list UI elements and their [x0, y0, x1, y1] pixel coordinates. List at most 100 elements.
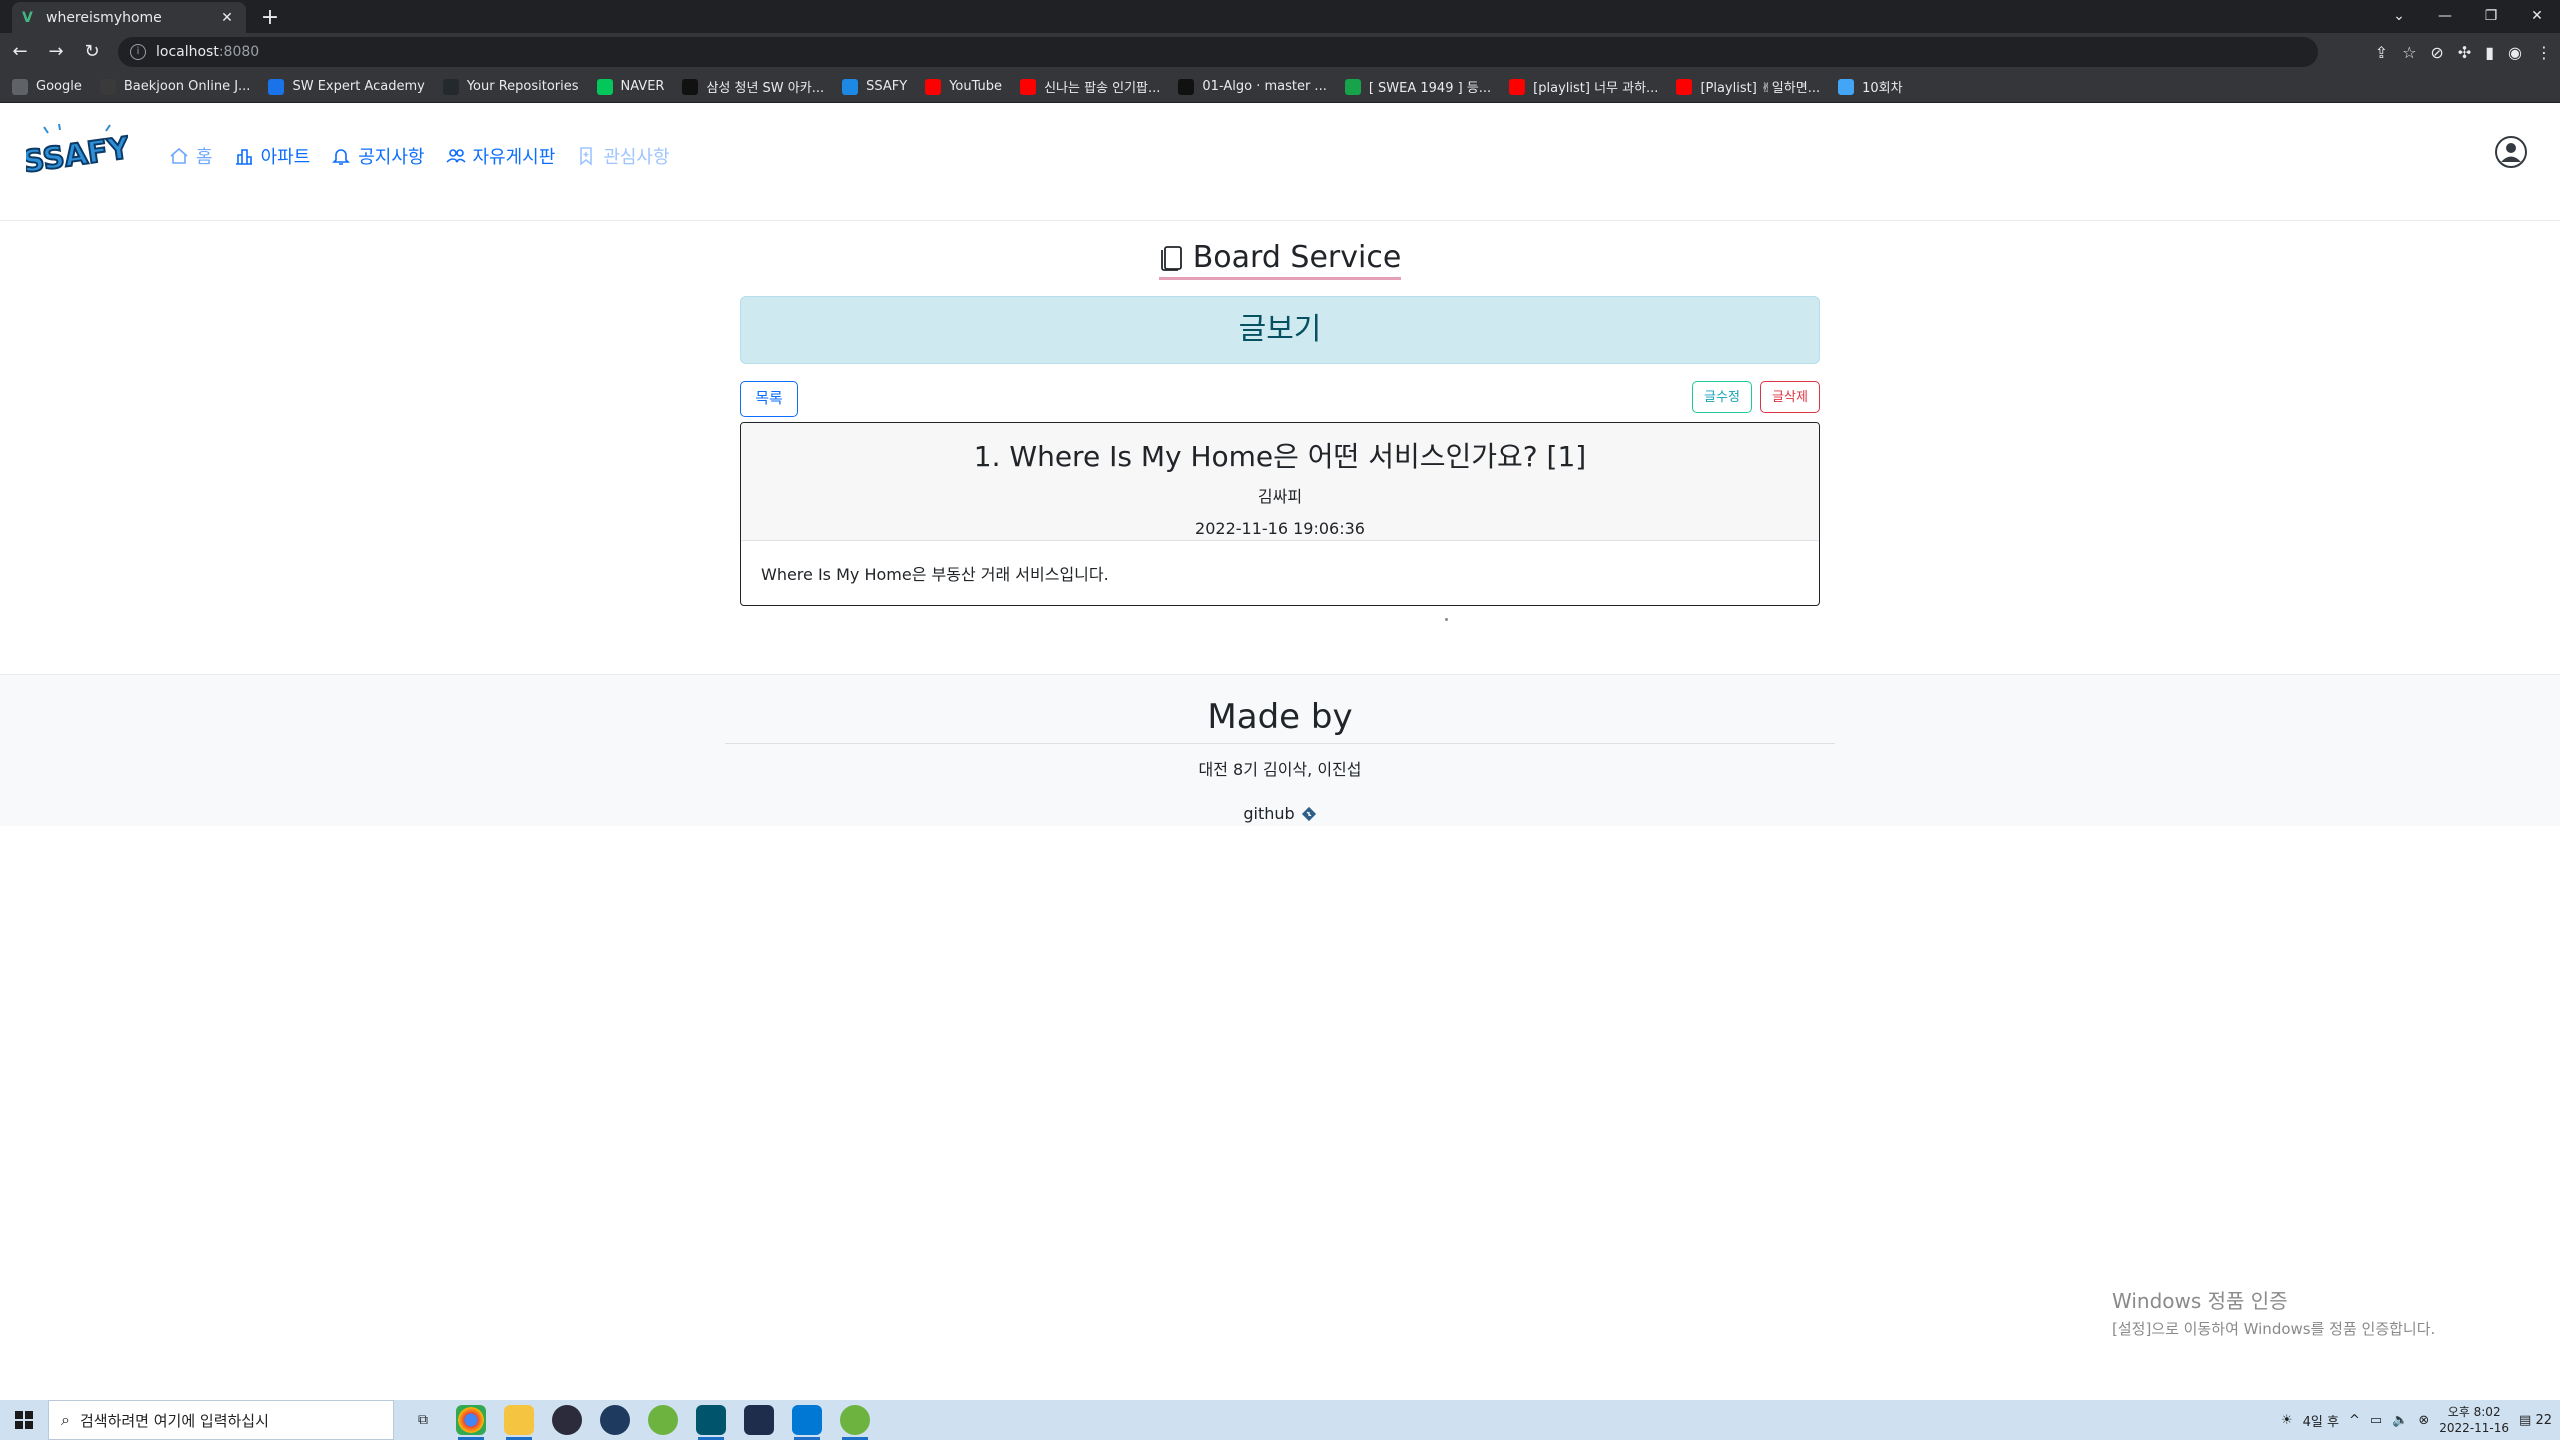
article-header: 1. Where Is My Home은 어떤 서비스인가요? [1] 김싸피 …	[741, 423, 1819, 541]
bookmark-item[interactable]: 삼성 청년 SW 아카...	[682, 77, 824, 96]
clock-date: 2022-11-16	[2439, 1421, 2510, 1435]
sidepanel-icon[interactable]: ▮	[2485, 43, 2494, 62]
nav-interest[interactable]: 관심사항	[575, 143, 670, 169]
nav-freeboard[interactable]: 자유게시판	[445, 143, 556, 169]
weather-icon[interactable]: ☀	[2281, 1413, 2293, 1428]
new-tab-button[interactable]: +	[258, 6, 282, 30]
nav-home[interactable]: 홈	[168, 143, 213, 169]
back-button[interactable]: ←	[4, 36, 36, 68]
bookmark-item[interactable]: Your Repositories	[442, 78, 579, 95]
weather-text[interactable]: 4일 후	[2303, 1411, 2339, 1430]
footer-members: 대전 8기 김이삭, 이진섭	[1198, 760, 1362, 779]
bookmark-item[interactable]: [playlist] 너무 과하...	[1509, 77, 1658, 96]
bookmark-item[interactable]: [ SWEA 1949 ] 등...	[1344, 77, 1491, 96]
article-author: 김싸피	[1257, 487, 1303, 506]
notification-icon[interactable]: ▤ 22	[2519, 1413, 2552, 1428]
nav-notice[interactable]: 공지사항	[330, 143, 425, 169]
profile-icon[interactable]: ◉	[2508, 43, 2522, 62]
forward-button[interactable]: →	[40, 36, 72, 68]
bookmark-favicon-icon	[596, 78, 613, 95]
volume-icon[interactable]: 🔈	[2392, 1413, 2408, 1428]
bookmark-item[interactable]: 10회차	[1838, 77, 1903, 96]
divider-dot	[1445, 618, 1448, 621]
bookmark-favicon-icon	[1020, 78, 1037, 95]
bookmark-label: 10회차	[1862, 81, 1903, 96]
bookmark-label: SSAFY	[866, 79, 908, 94]
user-avatar-icon[interactable]	[2494, 135, 2528, 169]
bookmark-item[interactable]: Baekjoon Online J...	[99, 78, 251, 95]
restore-button[interactable]: ❐	[2468, 0, 2514, 33]
article-content: Where Is My Home은 부동산 거래 서비스입니다.	[761, 565, 1109, 584]
bookmark-favicon-icon	[925, 78, 942, 95]
bookmark-label: Baekjoon Online J...	[123, 79, 251, 94]
ssafy-logo[interactable]: SSAFY	[26, 123, 128, 183]
menu-icon[interactable]: ⋮	[2536, 43, 2552, 62]
bookmark-item[interactable]: NAVER	[596, 78, 664, 95]
tab-search-icon[interactable]: ⌄	[2376, 0, 2422, 33]
edit-button[interactable]: 글수정	[1692, 381, 1752, 413]
minimize-button[interactable]: —	[2422, 0, 2468, 33]
list-button[interactable]: 목록	[740, 381, 798, 417]
star-icon[interactable]: ☆	[2402, 43, 2416, 62]
task-view-icon[interactable]: ⧉	[408, 1405, 438, 1435]
tab-close-icon[interactable]: ✕	[218, 9, 236, 27]
browser-tabstrip: V whereismyhome ✕ + ⌄ — ❐ ✕	[0, 0, 2560, 33]
vscode-icon[interactable]	[792, 1405, 822, 1440]
share-icon[interactable]: ⇪	[2375, 43, 2388, 62]
ime-icon[interactable]: ⊗	[2418, 1413, 2429, 1428]
bookmark-item[interactable]: 01-Algo · master ...	[1178, 78, 1327, 95]
bookmark-item[interactable]: [Playlist] ✌일하면...	[1676, 77, 1820, 96]
bookmark-favicon-icon	[682, 78, 699, 95]
extension-disabled-icon[interactable]: ⊘	[2430, 43, 2443, 62]
clock[interactable]: 오후 8:02 2022-11-16	[2439, 1404, 2509, 1436]
search-icon: ⌕	[61, 1410, 70, 1429]
browser-tab[interactable]: V whereismyhome ✕	[12, 2, 246, 33]
taskbar-search-placeholder: 검색하려면 여기에 입력하십시	[79, 1411, 269, 1430]
footer-divider	[725, 743, 1835, 744]
network-icon[interactable]: ▭	[2370, 1413, 2382, 1428]
url-port: :8080	[218, 44, 260, 60]
notification-count: 22	[2535, 1412, 2552, 1428]
site-info-icon[interactable]: i	[130, 44, 146, 60]
git-diamond-icon	[1301, 806, 1316, 821]
tab-title: whereismyhome	[46, 9, 162, 26]
svg-text:SSAFY: SSAFY	[26, 131, 128, 181]
tray-expand-icon[interactable]: ^	[2349, 1413, 2360, 1428]
reload-button[interactable]: ↻	[76, 36, 108, 68]
bookmark-item[interactable]: YouTube	[925, 78, 1002, 95]
sql-developer-icon[interactable]	[744, 1405, 774, 1435]
bookmark-favicon-icon	[12, 78, 28, 95]
bookmark-favicon-icon	[1344, 78, 1361, 95]
mysql-workbench-icon[interactable]	[696, 1405, 726, 1440]
db-client-icon[interactable]	[600, 1405, 630, 1435]
address-bar[interactable]: i localhost :8080	[118, 37, 2318, 67]
start-button[interactable]	[0, 1400, 48, 1440]
people-icon	[445, 149, 466, 163]
taskbar-search[interactable]: ⌕ 검색하려면 여기에 입력하십시	[48, 1400, 394, 1440]
bookmark-favicon-icon	[1838, 78, 1855, 95]
windows-logo-icon	[15, 1411, 33, 1429]
bookmark-item[interactable]: Google	[12, 78, 82, 95]
journals-icon	[1160, 245, 1182, 271]
bookmark-item[interactable]: SW Expert Academy	[268, 78, 425, 95]
article-date: 2022-11-16 19:06:36	[1195, 519, 1365, 538]
nav-interest-label: 관심사항	[603, 147, 670, 168]
bookmark-item[interactable]: SSAFY	[842, 78, 908, 95]
page-banner: 글보기	[740, 296, 1820, 364]
bookmark-label: 01-Algo · master ...	[1202, 79, 1327, 94]
puzzle-icon[interactable]: ✣	[2458, 43, 2471, 62]
file-explorer-icon[interactable]	[504, 1405, 534, 1440]
close-window-button[interactable]: ✕	[2514, 0, 2560, 33]
watermark-title: Windows 정품 인증	[2112, 1289, 2288, 1313]
nav-freeboard-label: 자유게시판	[472, 147, 556, 168]
nav-apartment[interactable]: 아파트	[233, 143, 310, 169]
eclipse-icon[interactable]	[552, 1405, 582, 1435]
spring-boot-icon[interactable]	[840, 1405, 870, 1440]
spring-tool-icon[interactable]	[648, 1405, 678, 1435]
bookmark-label: [playlist] 너무 과하...	[1533, 81, 1659, 96]
delete-button[interactable]: 글삭제	[1760, 381, 1820, 413]
bookmark-label: Google	[36, 79, 82, 94]
bookmark-item[interactable]: 신나는 팝송 인기팝...	[1020, 77, 1160, 96]
github-link[interactable]: github	[1243, 804, 1316, 823]
chrome-icon[interactable]	[456, 1405, 486, 1440]
